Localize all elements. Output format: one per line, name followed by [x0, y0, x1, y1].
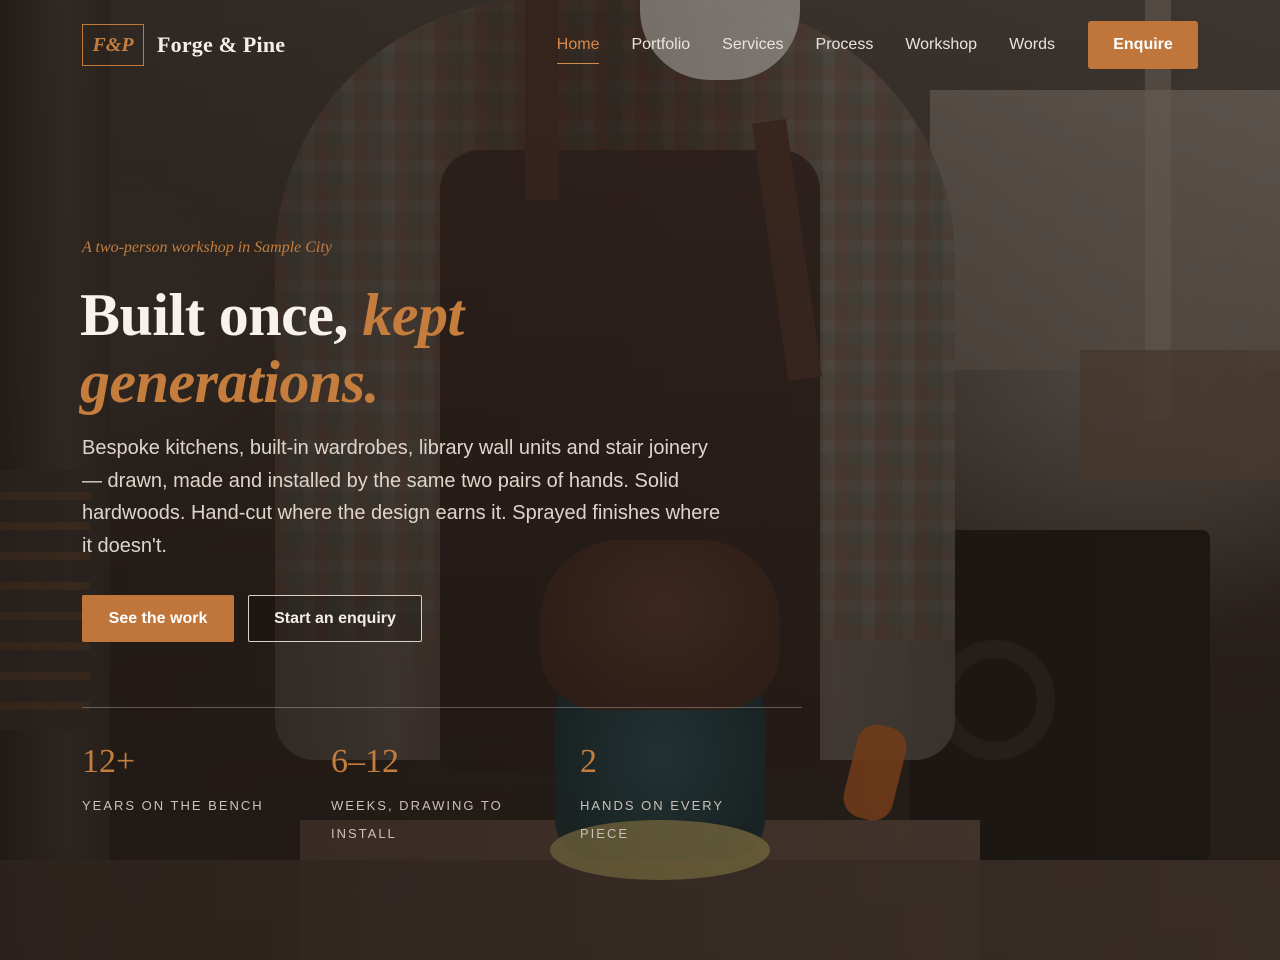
stats-divider: [82, 707, 802, 708]
nav-item-services[interactable]: Services: [722, 32, 783, 58]
stat-years: 12+ Years on the bench: [82, 740, 331, 848]
nav-item-home[interactable]: Home: [556, 32, 599, 64]
stat-value: 2: [580, 743, 597, 780]
stat-label: Hands on every piece: [580, 798, 724, 841]
stat-weeks: 6–12 Weeks, drawing to install: [331, 740, 580, 848]
headline-accent-generations: generations.: [80, 349, 380, 415]
stat-label: Weeks, drawing to install: [331, 798, 503, 841]
stats-row: 12+ Years on the bench 6–12 Weeks, drawi…: [82, 740, 829, 848]
nav-item-portfolio[interactable]: Portfolio: [631, 32, 690, 58]
headline-plain: Built once,: [80, 282, 363, 348]
site-header: F&P Forge & Pine Home Portfolio Services…: [82, 21, 1198, 69]
stat-hands: 2 Hands on every piece: [580, 740, 829, 848]
brand-name: Forge & Pine: [157, 32, 286, 57]
stat-value: 12+: [82, 743, 136, 780]
main-nav: Home Portfolio Services Process Workshop…: [525, 21, 1198, 69]
logo-mark: F&P: [82, 24, 144, 66]
nav-item-words[interactable]: Words: [1009, 32, 1055, 58]
hero-eyebrow: A two-person workshop in Sample City: [82, 239, 332, 256]
logo-link[interactable]: F&P Forge & Pine: [82, 24, 285, 66]
start-enquiry-button[interactable]: Start an enquiry: [248, 595, 422, 642]
headline-accent-kept: kept: [362, 282, 464, 348]
stat-value: 6–12: [331, 743, 399, 780]
hero-description: Bespoke kitchens, built-in wardrobes, li…: [82, 437, 721, 557]
stat-label: Years on the bench: [82, 798, 264, 813]
see-the-work-button[interactable]: See the work: [82, 595, 234, 642]
hero-actions: See the work Start an enquiry: [82, 595, 422, 642]
nav-item-process[interactable]: Process: [816, 32, 874, 58]
nav-item-workshop[interactable]: Workshop: [905, 32, 977, 58]
hero-headline: Built once, kept generations.: [80, 282, 464, 416]
enquire-button[interactable]: Enquire: [1088, 21, 1198, 69]
